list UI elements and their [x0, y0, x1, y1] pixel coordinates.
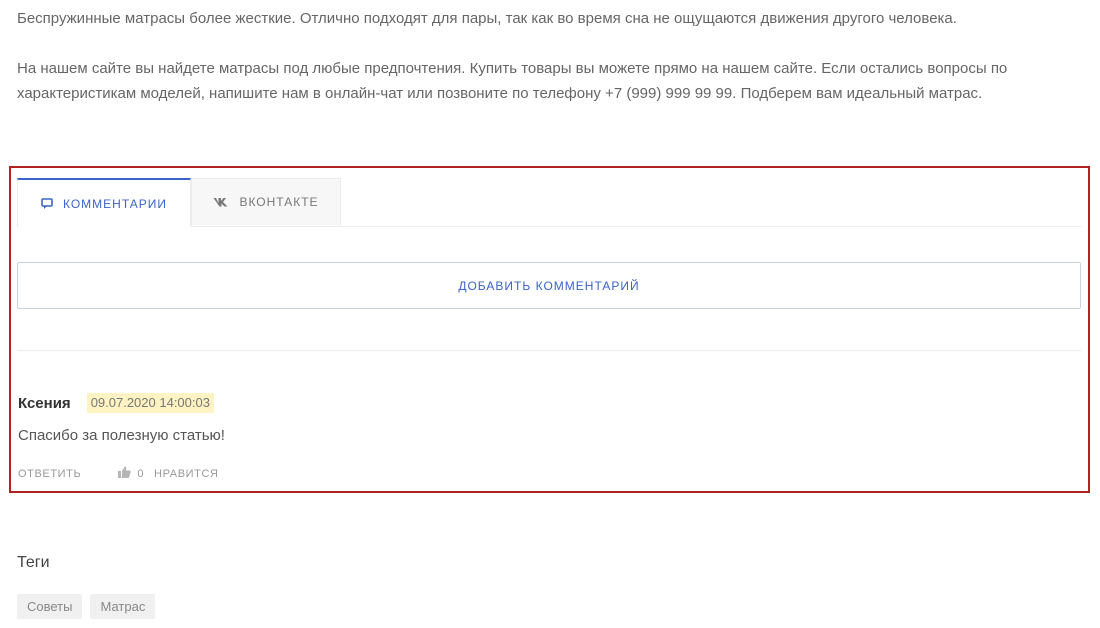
- comments-tabs: Комментарии ВКонтакте: [17, 178, 1081, 227]
- add-comment-button[interactable]: Добавить комментарий: [17, 262, 1081, 309]
- like-button[interactable]: 0 Нравится: [118, 466, 218, 481]
- tag-item[interactable]: Матрас: [90, 594, 156, 619]
- comments-section: Комментарии ВКонтакте Добавить комментар…: [9, 166, 1090, 493]
- tab-vkontakte-label: ВКонтакте: [239, 195, 319, 209]
- article-paragraph: На нашем сайте вы найдете матрасы под лю…: [17, 60, 1008, 102]
- tag-item[interactable]: Советы: [17, 594, 83, 619]
- thumbs-up-icon: [118, 466, 132, 481]
- divider: [17, 350, 1081, 351]
- comment-author: Ксения: [18, 394, 71, 412]
- article-body: Беспружинные матрасы более жесткие. Отли…: [17, 6, 1087, 131]
- comment-icon: [41, 197, 53, 210]
- article-paragraph: Беспружинные матрасы более жесткие. Отли…: [17, 10, 957, 27]
- comment-date: 09.07.2020 14:00:03: [86, 393, 214, 413]
- tags-list: Советы Матрас: [17, 594, 163, 619]
- like-count: 0: [137, 467, 145, 480]
- tab-comments[interactable]: Комментарии: [17, 178, 191, 227]
- reply-button[interactable]: Ответить: [18, 468, 81, 480]
- comment-item: Ксения 09.07.2020 14:00:03 Спасибо за по…: [18, 392, 1078, 481]
- vk-icon: [213, 197, 229, 207]
- tab-vkontakte[interactable]: ВКонтакте: [191, 178, 341, 225]
- tags-title: Теги: [17, 554, 50, 571]
- tab-comments-label: Комментарии: [62, 196, 168, 211]
- comment-actions: Ответить 0 Нравится: [18, 466, 1078, 481]
- like-label: Нравится: [154, 467, 219, 480]
- comment-text: Спасибо за полезную статью!: [18, 427, 225, 444]
- comment-header: Ксения 09.07.2020 14:00:03: [18, 392, 1078, 414]
